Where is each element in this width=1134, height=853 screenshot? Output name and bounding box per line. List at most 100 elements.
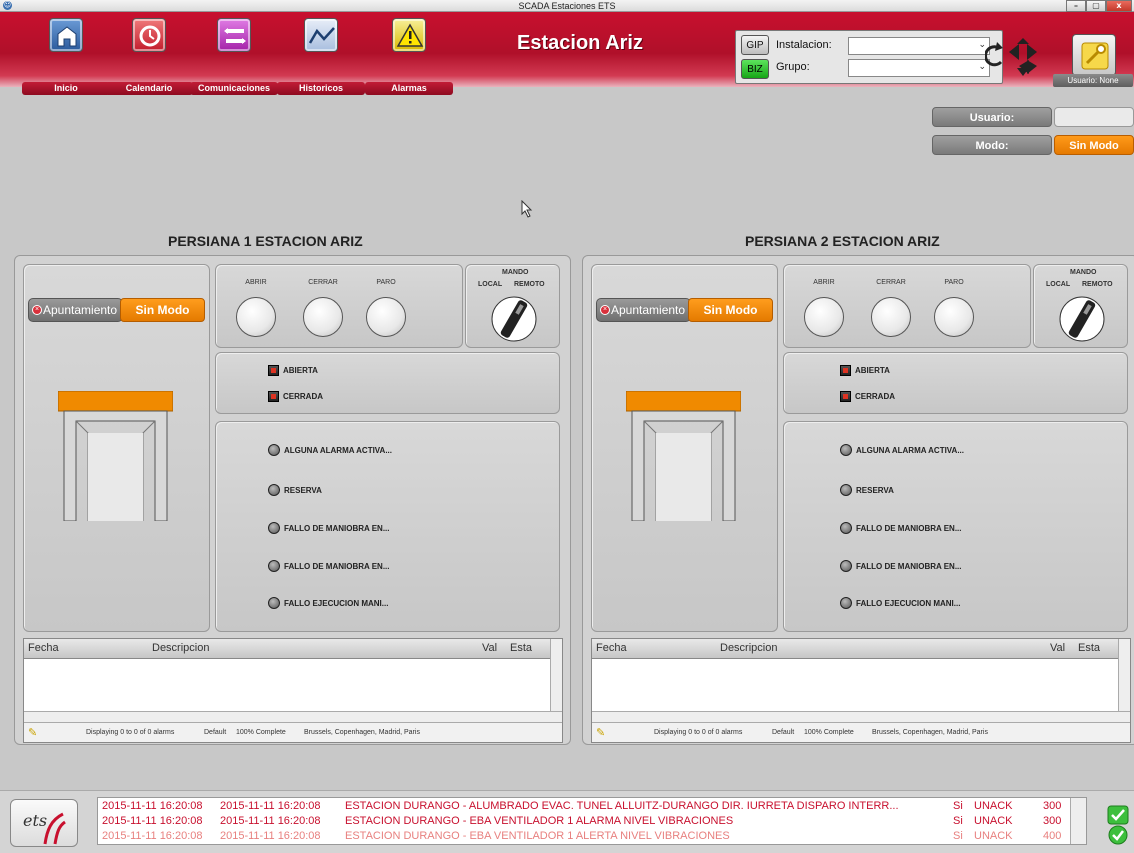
vertical-scrollbar[interactable] bbox=[550, 639, 562, 711]
ack-all-alarms-icon[interactable] bbox=[1107, 825, 1129, 845]
persiana-2-sin-modo-button[interactable]: Sin Modo bbox=[688, 298, 773, 322]
key-icon bbox=[1081, 42, 1109, 70]
close-button[interactable]: x bbox=[1106, 0, 1132, 12]
persiana-2-alarm-grid: Fecha Descripcion Val Esta ✎ Displaying … bbox=[591, 638, 1131, 743]
nav-historicos-label: Historicos bbox=[277, 82, 365, 95]
alarm-time-1: 2015-11-11 16:20:08 bbox=[102, 830, 203, 842]
close-icon: × bbox=[32, 305, 42, 315]
vertical-scrollbar[interactable] bbox=[1070, 798, 1086, 844]
persiana-1-alarm-item: FALLO DE MANIOBRA EN... bbox=[268, 522, 389, 534]
persiana-1-alarm-item: FALLO DE MANIOBRA EN... bbox=[268, 560, 389, 572]
app-header: Inicio Calendario Comunicaciones Histori… bbox=[0, 12, 1134, 95]
persiana-1-apuntamiento-button[interactable]: × Apuntamiento bbox=[28, 298, 123, 322]
refresh-icon[interactable] bbox=[983, 42, 1003, 67]
mando-label: MANDO bbox=[502, 269, 529, 276]
column-descripcion[interactable]: Descripcion bbox=[152, 642, 209, 654]
nav-calendario-button[interactable]: Calendario bbox=[105, 18, 193, 96]
grid-timezone: Brussels, Copenhagen, Madrid, Paris bbox=[304, 729, 420, 736]
persiana-1-mando-selector-knob[interactable] bbox=[490, 295, 538, 343]
abierta-label: ABIERTA bbox=[855, 366, 890, 375]
persiana-1-shutter-door-icon bbox=[58, 391, 173, 521]
gip-toggle[interactable]: GIP bbox=[741, 35, 769, 55]
column-val[interactable]: Val bbox=[1050, 642, 1065, 654]
alarm-row[interactable]: 2015-11-11 16:20:08 2015-11-11 16:20:08 … bbox=[98, 829, 1071, 844]
modo-label: Modo: bbox=[932, 135, 1052, 155]
nav-comunicaciones-label: Comunicaciones bbox=[190, 82, 278, 95]
communications-icon bbox=[217, 18, 251, 52]
alarm-warning-icon bbox=[392, 18, 426, 52]
pencil-icon: ✎ bbox=[28, 727, 38, 739]
alarm-row[interactable]: 2015-11-11 16:20:08 2015-11-11 16:20:08 … bbox=[98, 799, 1071, 814]
nav-historicos-button[interactable]: Historicos bbox=[277, 18, 365, 96]
persiana-2-alarm-item: ALGUNA ALARMA ACTIVA... bbox=[840, 444, 964, 456]
paro-label: PARO bbox=[944, 279, 964, 286]
grupo-label: Grupo: bbox=[776, 61, 810, 73]
persiana-1-apuntamiento-label: Apuntamiento bbox=[43, 303, 118, 317]
close-icon: × bbox=[600, 305, 610, 315]
nav-inicio-button[interactable]: Inicio bbox=[22, 18, 110, 96]
abrir-label: ABRIR bbox=[813, 279, 835, 286]
abierta-label: ABIERTA bbox=[283, 366, 318, 375]
nav-comunicaciones-button[interactable]: Comunicaciones bbox=[190, 18, 278, 96]
grid-body bbox=[24, 659, 562, 711]
persiana-2-alarm-item: RESERVA bbox=[840, 484, 894, 496]
persiana-1-alarm-item: FALLO EJECUCION MANI... bbox=[268, 597, 388, 609]
instalacion-select[interactable]: ⌄ bbox=[848, 37, 990, 55]
minimize-button[interactable]: – bbox=[1066, 0, 1086, 12]
persiana-2-abrir-button[interactable] bbox=[804, 297, 844, 337]
persiana-2-cerrar-button[interactable] bbox=[871, 297, 911, 337]
biz-toggle[interactable]: BIZ bbox=[741, 59, 769, 79]
persiana-1-sin-modo-button[interactable]: Sin Modo bbox=[120, 298, 205, 322]
alarm-label: FALLO EJECUCION MANI... bbox=[284, 598, 389, 608]
grid-status-text: Displaying 0 to 0 of 0 alarms bbox=[654, 729, 743, 736]
alarm-lamp-icon bbox=[840, 444, 852, 456]
ack-alarm-icon[interactable] bbox=[1107, 805, 1129, 825]
column-descripcion[interactable]: Descripcion bbox=[720, 642, 777, 654]
persiana-2-mando-selector-knob[interactable] bbox=[1058, 295, 1106, 343]
alarm-label: ALGUNA ALARMA ACTIVA... bbox=[856, 445, 964, 455]
abrir-label: ABRIR bbox=[245, 279, 267, 286]
persiana-1-abierta-indicator: ABIERTA bbox=[268, 365, 318, 376]
alarm-value: Si bbox=[953, 800, 963, 812]
grid-progress: 100% Complete bbox=[236, 729, 286, 736]
alarm-description: ESTACION DURANGO - EBA VENTILADOR 1 ALER… bbox=[345, 830, 730, 842]
nav-calendario-label: Calendario bbox=[105, 82, 193, 95]
vertical-scrollbar[interactable] bbox=[1118, 639, 1130, 711]
maximize-button[interactable]: ▢ bbox=[1086, 0, 1106, 12]
column-fecha[interactable]: Fecha bbox=[28, 642, 59, 654]
arrow-up-icon[interactable] bbox=[1017, 38, 1029, 44]
alarm-value: Si bbox=[953, 815, 963, 827]
column-fecha[interactable]: Fecha bbox=[596, 642, 627, 654]
nav-inicio-label: Inicio bbox=[22, 82, 110, 95]
arrow-left-icon[interactable] bbox=[1009, 44, 1019, 60]
persiana-1-paro-button[interactable] bbox=[366, 297, 406, 337]
column-esta[interactable]: Esta bbox=[1078, 642, 1100, 654]
column-val[interactable]: Val bbox=[482, 642, 497, 654]
arrow-right-icon[interactable] bbox=[1027, 44, 1037, 60]
persiana-1-cerrar-button[interactable] bbox=[303, 297, 343, 337]
persiana-1-alarm-item: RESERVA bbox=[268, 484, 322, 496]
user-key-button[interactable] bbox=[1072, 34, 1116, 76]
alarm-row[interactable]: 2015-11-11 16:20:08 2015-11-11 16:20:08 … bbox=[98, 814, 1071, 829]
state-lamp-icon bbox=[268, 391, 279, 402]
persiana-2-command-box: ABRIR CERRAR PARO bbox=[783, 264, 1031, 348]
alarm-label: FALLO DE MANIOBRA EN... bbox=[856, 561, 962, 571]
persiana-1-abrir-button[interactable] bbox=[236, 297, 276, 337]
arrow-left-lower-icon[interactable] bbox=[1027, 60, 1037, 74]
grid-filter: Default bbox=[204, 729, 227, 736]
alarm-time-2: 2015-11-11 16:20:08 bbox=[220, 830, 321, 842]
persiana-1-title: PERSIANA 1 ESTACION ARIZ bbox=[168, 233, 363, 249]
persiana-2-abierta-indicator: ABIERTA bbox=[840, 365, 890, 376]
nav-alarmas-button[interactable]: Alarmas bbox=[365, 18, 453, 96]
cerrada-label: CERRADA bbox=[855, 392, 895, 401]
grid-filter: Default bbox=[772, 729, 795, 736]
persiana-2-paro-button[interactable] bbox=[934, 297, 974, 337]
state-lamp-icon bbox=[840, 391, 851, 402]
grupo-select[interactable]: ⌄ bbox=[848, 59, 990, 77]
persiana-2-apuntamiento-button[interactable]: × Apuntamiento bbox=[596, 298, 691, 322]
alarm-priority: 300 bbox=[1043, 800, 1062, 812]
column-esta[interactable]: Esta bbox=[510, 642, 532, 654]
grid-body bbox=[592, 659, 1130, 711]
grid-header: Fecha Descripcion Val Esta bbox=[24, 639, 562, 659]
usuario-label: Usuario: bbox=[932, 107, 1052, 127]
